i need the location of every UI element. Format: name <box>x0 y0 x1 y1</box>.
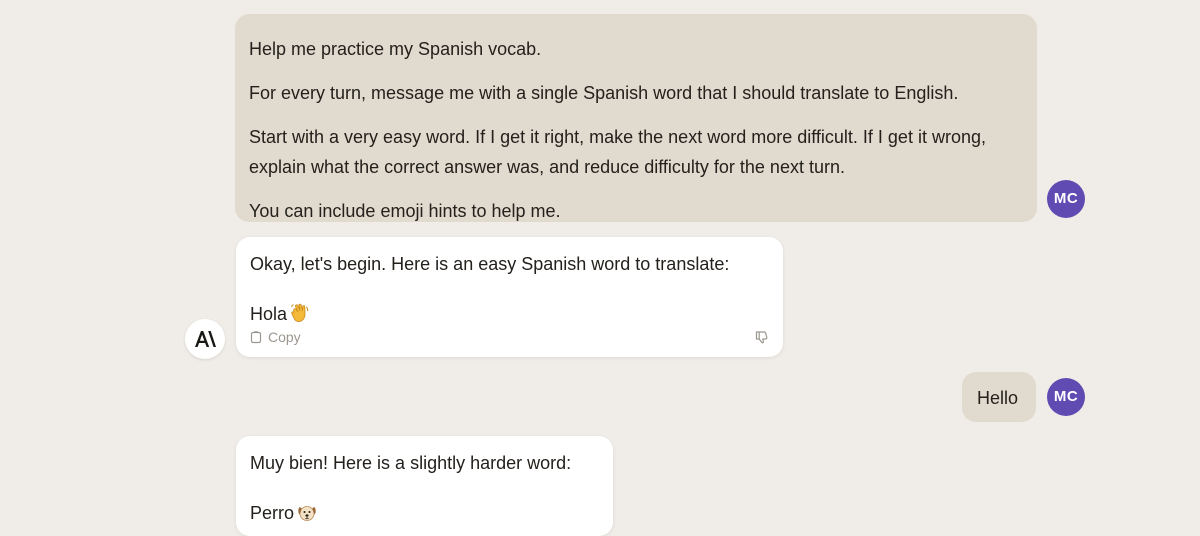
user-avatar: MC <box>1047 180 1085 218</box>
thumbs-down-button[interactable] <box>755 330 769 344</box>
copy-button[interactable]: Copy <box>250 329 301 345</box>
user-message-reply: Hello <box>962 372 1036 422</box>
prompt-line: You can include emoji hints to help me. <box>249 201 561 221</box>
copy-label: Copy <box>268 329 301 345</box>
thumbs-down-icon <box>755 331 768 344</box>
prompt-line: Help me practice my Spanish vocab. <box>249 39 542 59</box>
assistant-message: Muy bien! Here is a slightly harder word… <box>236 436 613 536</box>
dog-face-icon <box>297 501 317 531</box>
copy-icon <box>250 330 262 343</box>
prompt-line: Start with a very easy word. If I get it… <box>249 127 986 177</box>
assistant-message-intro: Okay, let's begin. Here is an easy Spani… <box>250 254 730 274</box>
assistant-avatar <box>185 319 225 359</box>
spanish-word: Perro <box>250 503 295 523</box>
anthropic-logo-icon <box>195 331 216 347</box>
message-actions: Copy <box>250 327 769 347</box>
prompt-line: For every turn, message me with a single… <box>249 83 959 103</box>
spanish-word: Hola <box>250 304 288 324</box>
assistant-message: Okay, let's begin. Here is an easy Spani… <box>236 237 783 357</box>
user-message-prompt: Help me practice my Spanish vocab. For e… <box>235 14 1037 222</box>
user-reply-text: Hello <box>977 388 1019 408</box>
assistant-message-intro: Muy bien! Here is a slightly harder word… <box>250 453 572 473</box>
user-avatar: MC <box>1047 378 1085 416</box>
